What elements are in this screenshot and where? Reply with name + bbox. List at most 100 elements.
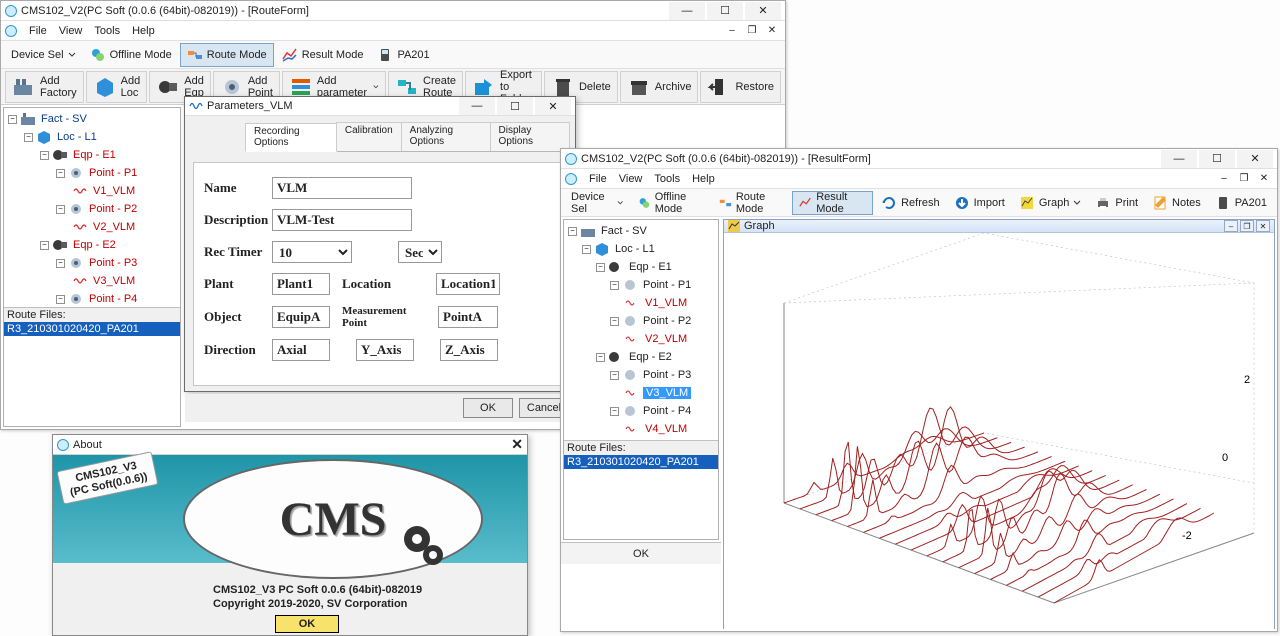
r-tree-v3[interactable]: V3_VLM <box>643 387 691 399</box>
archive-button[interactable]: Archive <box>620 71 699 103</box>
r-tree-p4[interactable]: Point - P4 <box>641 405 693 417</box>
mdi-restore-button[interactable]: ❐ <box>1235 172 1253 186</box>
result-mode-button[interactable]: Result Mode <box>792 191 873 215</box>
dialog-maximize-button[interactable]: ☐ <box>497 97 533 115</box>
dialog-close-button[interactable]: ✕ <box>535 97 571 115</box>
name-input[interactable] <box>272 177 412 199</box>
tab-analyzing-options[interactable]: Analyzing Options <box>401 122 491 151</box>
rec-timer-select[interactable]: 10 <box>272 241 352 263</box>
about-ok-button[interactable]: OK <box>275 615 339 633</box>
menu-file[interactable]: File <box>29 25 47 37</box>
add-factory-button[interactable]: Add Factory <box>5 71 84 103</box>
graph-max-button[interactable]: ❐ <box>1240 220 1254 232</box>
tree-toggle[interactable]: − <box>8 115 17 124</box>
dialog-minimize-button[interactable]: — <box>459 97 495 115</box>
minimize-button[interactable]: — <box>669 2 705 20</box>
plant-input[interactable] <box>272 273 330 295</box>
r-tree-loc[interactable]: Loc - L1 <box>613 243 657 255</box>
print-button[interactable]: Print <box>1089 191 1144 215</box>
direction-input[interactable] <box>272 339 330 361</box>
mdi-restore-button[interactable]: ❐ <box>743 24 761 38</box>
tab-calibration[interactable]: Calibration <box>336 122 402 151</box>
route-mode-button[interactable]: Route Mode <box>713 191 790 215</box>
y-axis-input[interactable] <box>356 339 414 361</box>
result-route-file-item[interactable]: R3_210301020420_PA201 <box>564 455 718 469</box>
graph-close-button[interactable]: ✕ <box>1256 220 1270 232</box>
device-sel-dropdown[interactable]: Device Sel <box>5 43 82 67</box>
r-tree-eqp2[interactable]: Eqp - E2 <box>627 351 674 363</box>
r-tree-p2[interactable]: Point - P2 <box>641 315 693 327</box>
notes-button[interactable]: Notes <box>1146 191 1207 215</box>
pa201-button[interactable]: PA201 <box>371 43 435 67</box>
tree-v1vlm[interactable]: V1_VLM <box>91 185 137 197</box>
graph-button[interactable]: Graph <box>1013 191 1088 215</box>
rec-unit-select[interactable]: Sec <box>398 241 442 263</box>
tree-p2[interactable]: Point - P2 <box>87 203 139 215</box>
menu-file[interactable]: File <box>589 173 607 185</box>
mdi-close-button[interactable]: ✕ <box>763 24 781 38</box>
result-tree[interactable]: −Fact - SV −Loc - L1 −Eqp - E1 −Point - … <box>564 220 718 440</box>
r-tree-v2[interactable]: V2_VLM <box>643 333 689 345</box>
route-file-item[interactable]: R3_210301020420_PA201 <box>4 322 180 336</box>
tree-fact[interactable]: Fact - SV <box>39 113 89 125</box>
result-ok-button[interactable]: OK <box>561 542 721 564</box>
tree-toggle[interactable]: − <box>56 205 65 214</box>
close-button[interactable]: ✕ <box>1237 150 1273 168</box>
tree-toggle[interactable]: − <box>56 169 65 178</box>
location-input[interactable] <box>436 273 500 295</box>
graph-canvas[interactable]: 2 0 -2 <box>724 233 1274 631</box>
maximize-button[interactable]: ☐ <box>1199 150 1235 168</box>
tree-eqp1[interactable]: Eqp - E1 <box>71 149 118 161</box>
route-tree[interactable]: −Fact - SV −Loc - L1 −Eqp - E1 −Point - … <box>4 108 180 307</box>
tree-p1[interactable]: Point - P1 <box>87 167 139 179</box>
description-input[interactable] <box>272 209 412 231</box>
route-mode-button[interactable]: Route Mode <box>180 43 274 67</box>
menu-view[interactable]: View <box>619 173 643 185</box>
tree-p4[interactable]: Point - P4 <box>87 293 139 305</box>
graph-min-button[interactable]: – <box>1224 220 1238 232</box>
r-tree-fact[interactable]: Fact - SV <box>599 225 649 237</box>
measurement-point-input[interactable] <box>438 306 498 328</box>
r-tree-eqp1[interactable]: Eqp - E1 <box>627 261 674 273</box>
tree-loc[interactable]: Loc - L1 <box>55 131 99 143</box>
tree-toggle[interactable]: − <box>24 133 33 142</box>
refresh-button[interactable]: Refresh <box>875 191 946 215</box>
tree-toggle[interactable]: − <box>40 241 49 250</box>
tree-toggle[interactable]: − <box>56 259 65 268</box>
mdi-minimize-button[interactable]: – <box>723 24 741 38</box>
device-sel-dropdown[interactable]: Device Sel <box>565 191 630 215</box>
mdi-minimize-button[interactable]: – <box>1215 172 1233 186</box>
about-close-button[interactable]: ✕ <box>511 436 523 453</box>
r-tree-p1[interactable]: Point - P1 <box>641 279 693 291</box>
r-tree-v4[interactable]: V4_VLM <box>643 423 689 435</box>
tree-toggle[interactable]: − <box>56 295 65 304</box>
result-mode-button[interactable]: Result Mode <box>276 43 370 67</box>
import-button[interactable]: Import <box>948 191 1011 215</box>
tree-v3vlm[interactable]: V3_VLM <box>91 275 137 287</box>
menu-tools[interactable]: Tools <box>94 25 120 37</box>
menu-help[interactable]: Help <box>692 173 715 185</box>
maximize-button[interactable]: ☐ <box>707 2 743 20</box>
object-input[interactable] <box>272 306 330 328</box>
minimize-button[interactable]: — <box>1161 150 1197 168</box>
tree-p3[interactable]: Point - P3 <box>87 257 139 269</box>
tree-toggle[interactable]: − <box>40 151 49 160</box>
offline-mode-button[interactable]: Offline Mode <box>84 43 178 67</box>
menu-tools[interactable]: Tools <box>654 173 680 185</box>
menu-help[interactable]: Help <box>132 25 155 37</box>
pa201-button[interactable]: PA201 <box>1209 191 1273 215</box>
tree-v2vlm[interactable]: V2_VLM <box>91 221 137 233</box>
r-tree-v1[interactable]: V1_VLM <box>643 297 689 309</box>
mdi-close-button[interactable]: ✕ <box>1255 172 1273 186</box>
offline-mode-button[interactable]: Offline Mode <box>632 191 711 215</box>
restore-button[interactable]: Restore <box>700 71 781 103</box>
z-axis-input[interactable] <box>440 339 498 361</box>
r-tree-p3[interactable]: Point - P3 <box>641 369 693 381</box>
close-button[interactable]: ✕ <box>745 2 781 20</box>
tab-recording-options[interactable]: Recording Options <box>245 123 337 152</box>
menu-view[interactable]: View <box>59 25 83 37</box>
tree-eqp2[interactable]: Eqp - E2 <box>71 239 118 251</box>
tab-display-options[interactable]: Display Options <box>490 122 570 151</box>
add-loc-button[interactable]: Add Loc <box>86 71 148 103</box>
dialog-ok-button[interactable]: OK <box>463 398 513 418</box>
